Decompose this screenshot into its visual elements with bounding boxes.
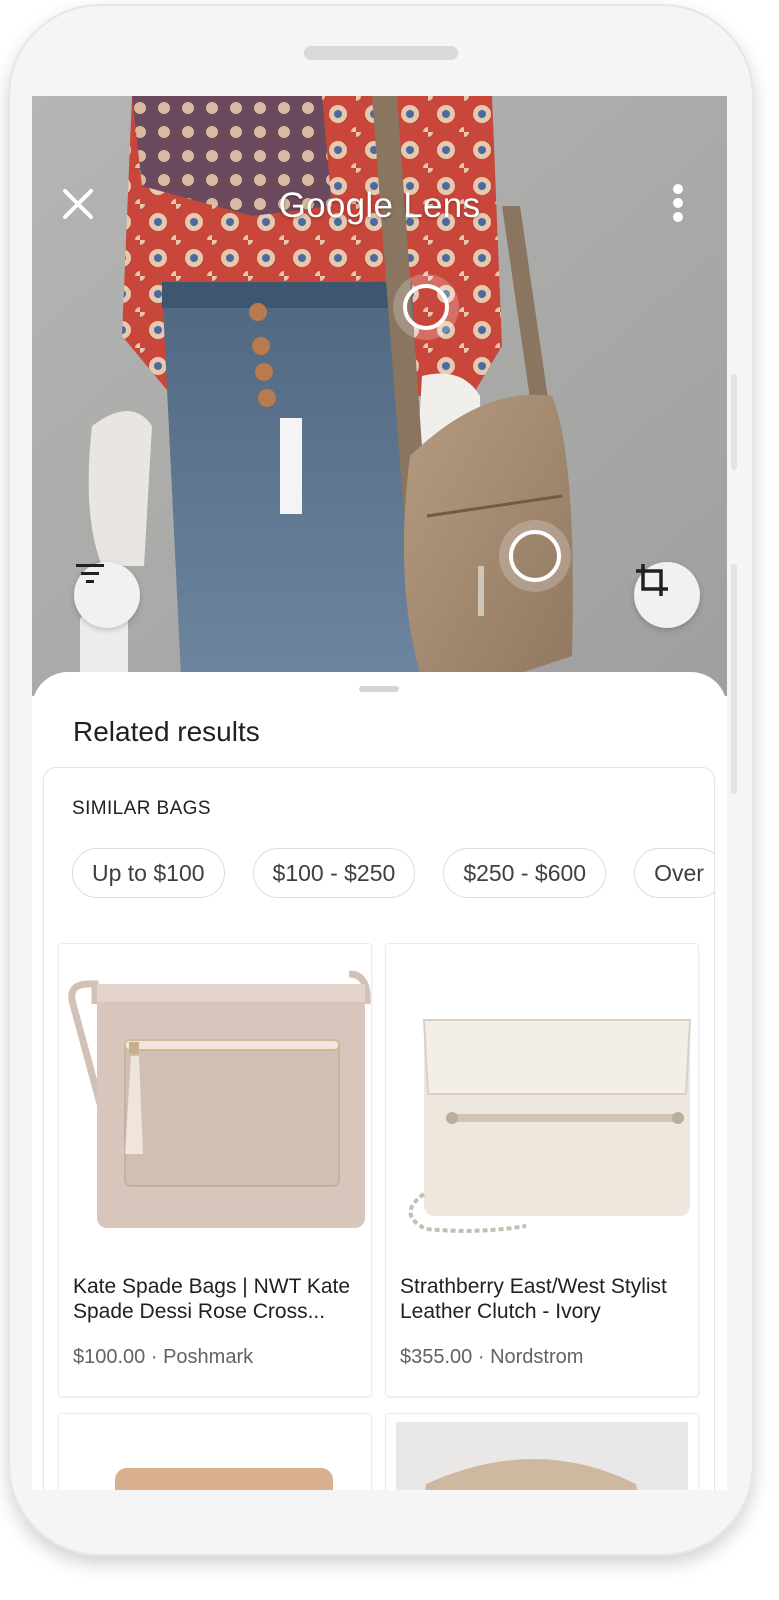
product-card[interactable]: Kate Spade Bags | NWT Kate Spade Dessi R… xyxy=(59,944,371,1396)
product-price-seller: $100.00 · Poshmark xyxy=(73,1346,254,1368)
product-image xyxy=(59,944,371,1244)
phone-volume-button xyxy=(731,564,737,794)
more-vert-icon xyxy=(673,184,683,222)
product-card[interactable] xyxy=(59,1414,371,1490)
product-card[interactable]: Strathberry East/West Stylist Leather Cl… xyxy=(386,944,698,1396)
chip-over[interactable]: Over xyxy=(634,848,714,898)
app-title: Google Lens xyxy=(278,186,481,225)
crop-button[interactable] xyxy=(634,562,700,628)
visual-match-dot-top[interactable] xyxy=(403,284,449,330)
chip-up-to-100[interactable]: Up to $100 xyxy=(72,848,225,898)
phone-frame: Google Lens Related results SIMILAR BAGS… xyxy=(8,4,754,1556)
camera-view: Google Lens xyxy=(32,96,727,696)
sheet-drag-handle[interactable] xyxy=(359,686,399,692)
lens-screen: Google Lens Related results SIMILAR BAGS… xyxy=(32,96,727,1490)
chip-250-600[interactable]: $250 - $600 xyxy=(443,848,607,898)
more-options-button[interactable] xyxy=(672,184,708,236)
product-image xyxy=(386,944,698,1244)
product-title: Kate Spade Bags | NWT Kate Spade Dessi R… xyxy=(73,1275,351,1323)
visual-match-dot-bag[interactable] xyxy=(509,530,561,582)
filter-icon xyxy=(76,564,104,583)
product-card[interactable] xyxy=(386,1414,698,1490)
filter-button[interactable] xyxy=(74,562,140,628)
section-title: SIMILAR BAGS xyxy=(72,798,211,819)
lens-top-bar: Google Lens xyxy=(32,176,727,236)
product-price-seller: $355.00 · Nordstrom xyxy=(400,1346,584,1368)
results-sheet: Related results SIMILAR BAGS Up to $100 … xyxy=(32,672,727,1490)
product-image xyxy=(386,1414,698,1490)
phone-side-button xyxy=(731,374,737,470)
chip-100-250[interactable]: $100 - $250 xyxy=(252,848,416,898)
product-image xyxy=(59,1414,371,1490)
similar-bags-card: SIMILAR BAGS Up to $100 $100 - $250 $250… xyxy=(44,768,714,1490)
sheet-title: Related results xyxy=(73,716,260,747)
phone-speaker xyxy=(304,46,458,60)
crop-icon xyxy=(636,564,668,596)
product-title: Strathberry East/West Stylist Leather Cl… xyxy=(400,1275,667,1323)
price-filter-chips: Up to $100 $100 - $250 $250 - $600 Over xyxy=(72,848,714,898)
